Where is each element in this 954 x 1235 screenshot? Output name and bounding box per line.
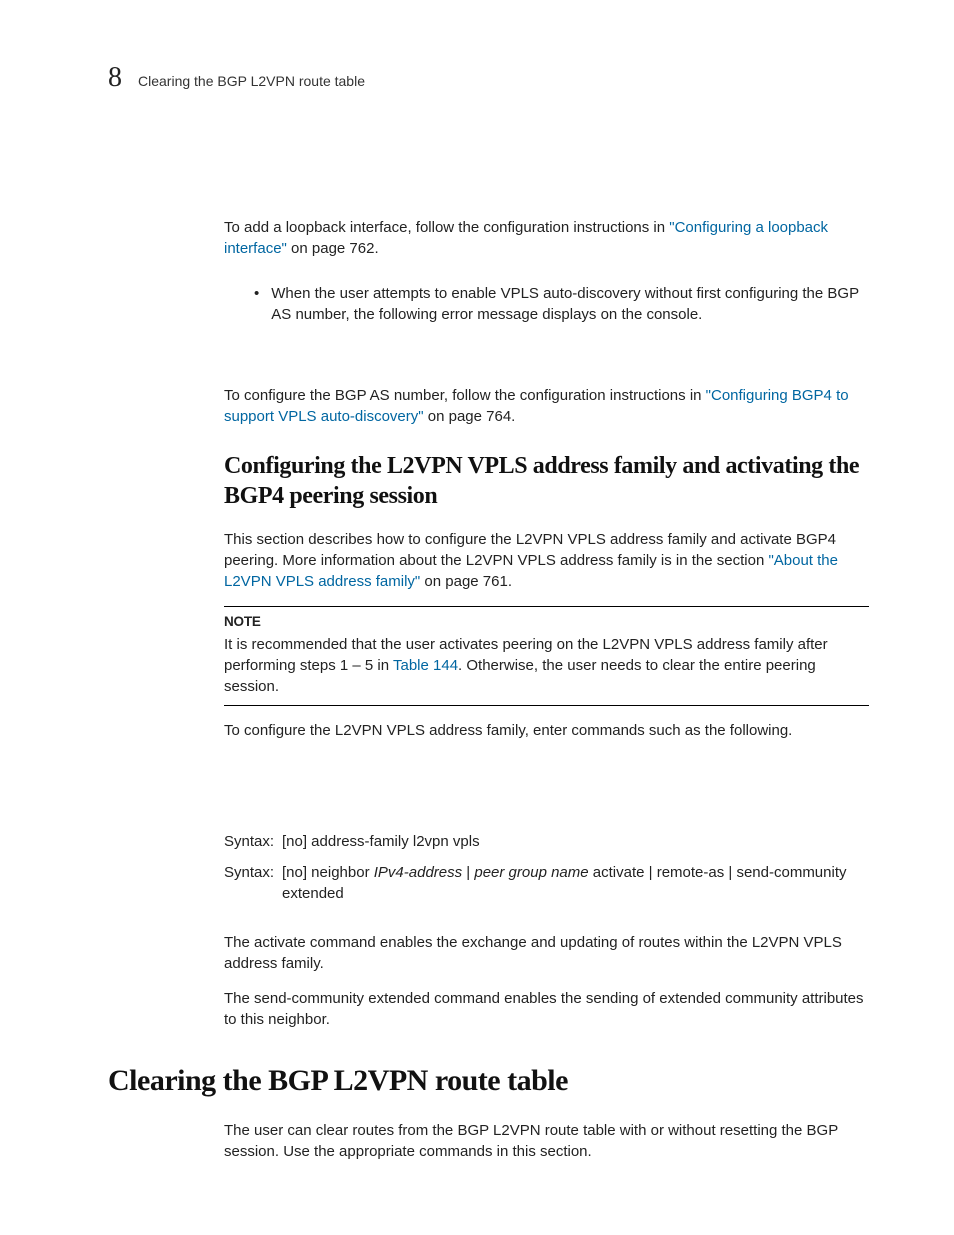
section-heading-l2vpn: Configuring the L2VPN VPLS address famil… bbox=[224, 451, 869, 511]
l2vpn-intro-paragraph: This section describes how to configure … bbox=[224, 529, 869, 592]
body-text: on page 761. bbox=[420, 573, 512, 590]
syntax-row-2: Syntax: [no] neighbor IPv4-address | pee… bbox=[224, 862, 869, 904]
bullet-item: • When the user attempts to enable VPLS … bbox=[224, 283, 869, 325]
section-heading-clearing: Clearing the BGP L2VPN route table bbox=[108, 1060, 869, 1102]
body-text: To add a loopback interface, follow the … bbox=[224, 219, 669, 236]
syntax-text: [no] address-family l2vpn vpls bbox=[282, 831, 869, 852]
syntax-label: Syntax: bbox=[224, 862, 282, 904]
note-label: NOTE bbox=[224, 613, 869, 632]
syntax-block: Syntax: [no] address-family l2vpn vpls S… bbox=[224, 831, 869, 904]
syntax-italic: peer group name bbox=[474, 864, 588, 881]
note-block: NOTE It is recommended that the user act… bbox=[224, 606, 869, 706]
body-text: on page 762. bbox=[287, 240, 379, 257]
body-text: on page 764. bbox=[424, 408, 516, 425]
loopback-paragraph: To add a loopback interface, follow the … bbox=[224, 217, 869, 259]
activate-desc: The activate command enables the exchang… bbox=[224, 932, 869, 974]
syntax-text: [no] neighbor IPv4-address | peer group … bbox=[282, 862, 869, 904]
syntax-segment: [no] neighbor bbox=[282, 864, 374, 881]
page-header: 8 Clearing the BGP L2VPN route table bbox=[108, 58, 869, 97]
note-body: It is recommended that the user activate… bbox=[224, 634, 869, 697]
body-text: This section describes how to configure … bbox=[224, 531, 836, 569]
bullet-icon: • bbox=[254, 283, 259, 325]
body-text: To configure the BGP AS number, follow t… bbox=[224, 387, 706, 404]
syntax-segment: | bbox=[462, 864, 474, 881]
header-title: Clearing the BGP L2VPN route table bbox=[138, 72, 365, 92]
bullet-text: When the user attempts to enable VPLS au… bbox=[271, 283, 869, 325]
sendcomm-desc: The send-community extended command enab… bbox=[224, 988, 869, 1030]
table-144-link[interactable]: Table 144 bbox=[393, 657, 458, 674]
clearing-intro: The user can clear routes from the BGP L… bbox=[224, 1120, 869, 1162]
syntax-italic: IPv4-address bbox=[374, 864, 462, 881]
chapter-number: 8 bbox=[108, 58, 122, 97]
bgp-as-paragraph: To configure the BGP AS number, follow t… bbox=[224, 385, 869, 427]
config-cmd-intro: To configure the L2VPN VPLS address fami… bbox=[224, 720, 869, 741]
syntax-row-1: Syntax: [no] address-family l2vpn vpls bbox=[224, 831, 869, 852]
syntax-label: Syntax: bbox=[224, 831, 282, 852]
